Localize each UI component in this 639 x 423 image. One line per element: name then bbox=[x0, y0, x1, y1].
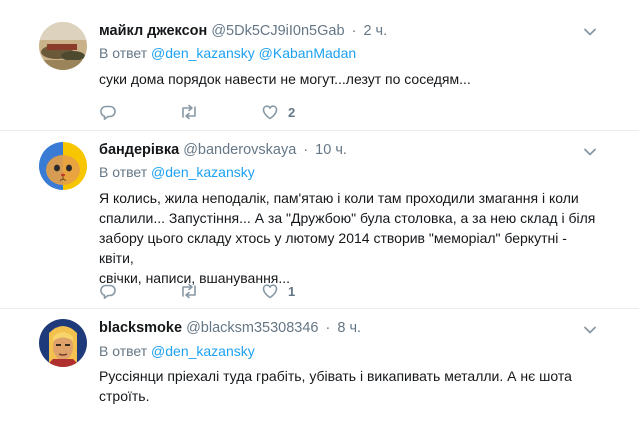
timestamp[interactable]: 10 ч. bbox=[315, 142, 347, 158]
reply-context: В ответ @den_kazansky bbox=[99, 163, 255, 182]
display-name[interactable]: бандерівка bbox=[99, 142, 179, 158]
retweet-icon bbox=[179, 103, 199, 121]
tweet-header: майкл джексон @5Dk5CJ9iI0n5Gab · 2 ч. bbox=[99, 21, 387, 41]
tweet: blacksmoke @blacksm35308346 · 8 ч. В отв… bbox=[0, 309, 639, 423]
chevron-down-icon[interactable] bbox=[583, 323, 597, 337]
reply-icon bbox=[99, 282, 117, 300]
retweet-button[interactable] bbox=[179, 281, 208, 301]
separator: · bbox=[351, 23, 357, 39]
retweet-button[interactable] bbox=[179, 102, 208, 122]
reply-button[interactable] bbox=[99, 281, 126, 301]
mention-link[interactable]: @den_kazansky bbox=[151, 164, 255, 180]
user-handle[interactable]: @5Dk5CJ9iI0n5Gab bbox=[211, 23, 344, 39]
reply-button[interactable] bbox=[99, 102, 126, 122]
heart-icon bbox=[261, 103, 279, 121]
tweet-text-line: Руссіянци пріехалі туда грабіть, убівать… bbox=[99, 368, 572, 384]
tweet-text-line: спалили... Запустіння... А за "Дружбою" … bbox=[99, 210, 596, 226]
tweet-text: Руссіянци пріехалі туда грабіть, убівать… bbox=[99, 366, 599, 406]
tweet-text-line: строїть. bbox=[99, 388, 150, 404]
heart-icon bbox=[261, 282, 279, 300]
like-button[interactable]: 2 bbox=[261, 102, 295, 122]
like-count: 2 bbox=[288, 104, 296, 120]
tweet-text: Я колись, жила неподалік, пам'ятаю і кол… bbox=[99, 188, 599, 288]
tweet-actions: 1 bbox=[99, 281, 399, 301]
chevron-down-icon[interactable] bbox=[583, 25, 597, 39]
reply-prefix: В ответ bbox=[99, 164, 148, 180]
reply-icon bbox=[99, 103, 117, 121]
reply-prefix: В ответ bbox=[99, 45, 148, 61]
like-button[interactable]: 1 bbox=[261, 281, 295, 301]
retweet-icon bbox=[179, 282, 199, 300]
avatar[interactable] bbox=[39, 22, 87, 70]
display-name[interactable]: майкл джексон bbox=[99, 23, 207, 39]
user-handle[interactable]: @blacksm35308346 bbox=[186, 320, 318, 336]
tweet: майкл джексон @5Dk5CJ9iI0n5Gab · 2 ч. В … bbox=[0, 0, 639, 131]
like-count: 1 bbox=[288, 283, 296, 299]
tweet-text-line: Я колись, жила неподалік, пам'ятаю і кол… bbox=[99, 190, 579, 206]
avatar[interactable] bbox=[39, 142, 87, 190]
separator: · bbox=[325, 320, 331, 336]
mention-link[interactable]: @den_kazansky bbox=[151, 45, 255, 61]
tweet-text: суки дома порядок навести не могут...лез… bbox=[99, 71, 471, 87]
chevron-down-icon[interactable] bbox=[583, 145, 597, 159]
avatar[interactable] bbox=[39, 319, 87, 367]
tweet-actions: 2 bbox=[99, 102, 399, 122]
reply-context: В ответ @den_kazansky bbox=[99, 342, 255, 361]
tweet-text-line: забору цього складу хтось у лютому 2014 … bbox=[99, 230, 567, 266]
tweet: бандерівка @banderovskaya · 10 ч. В отве… bbox=[0, 131, 639, 309]
timestamp[interactable]: 8 ч. bbox=[337, 320, 361, 336]
reply-prefix: В ответ bbox=[99, 343, 148, 359]
mention-link[interactable]: @den_kazansky bbox=[151, 343, 255, 359]
mention-link[interactable]: @KabanMadan bbox=[259, 45, 357, 61]
display-name[interactable]: blacksmoke bbox=[99, 320, 182, 336]
tweet-header: бандерівка @banderovskaya · 10 ч. bbox=[99, 140, 347, 160]
separator: · bbox=[303, 142, 309, 158]
tweet-header: blacksmoke @blacksm35308346 · 8 ч. bbox=[99, 318, 361, 338]
reply-context: В ответ @den_kazansky @KabanMadan bbox=[99, 44, 356, 63]
user-handle[interactable]: @banderovskaya bbox=[183, 142, 296, 158]
timestamp[interactable]: 2 ч. bbox=[363, 23, 387, 39]
